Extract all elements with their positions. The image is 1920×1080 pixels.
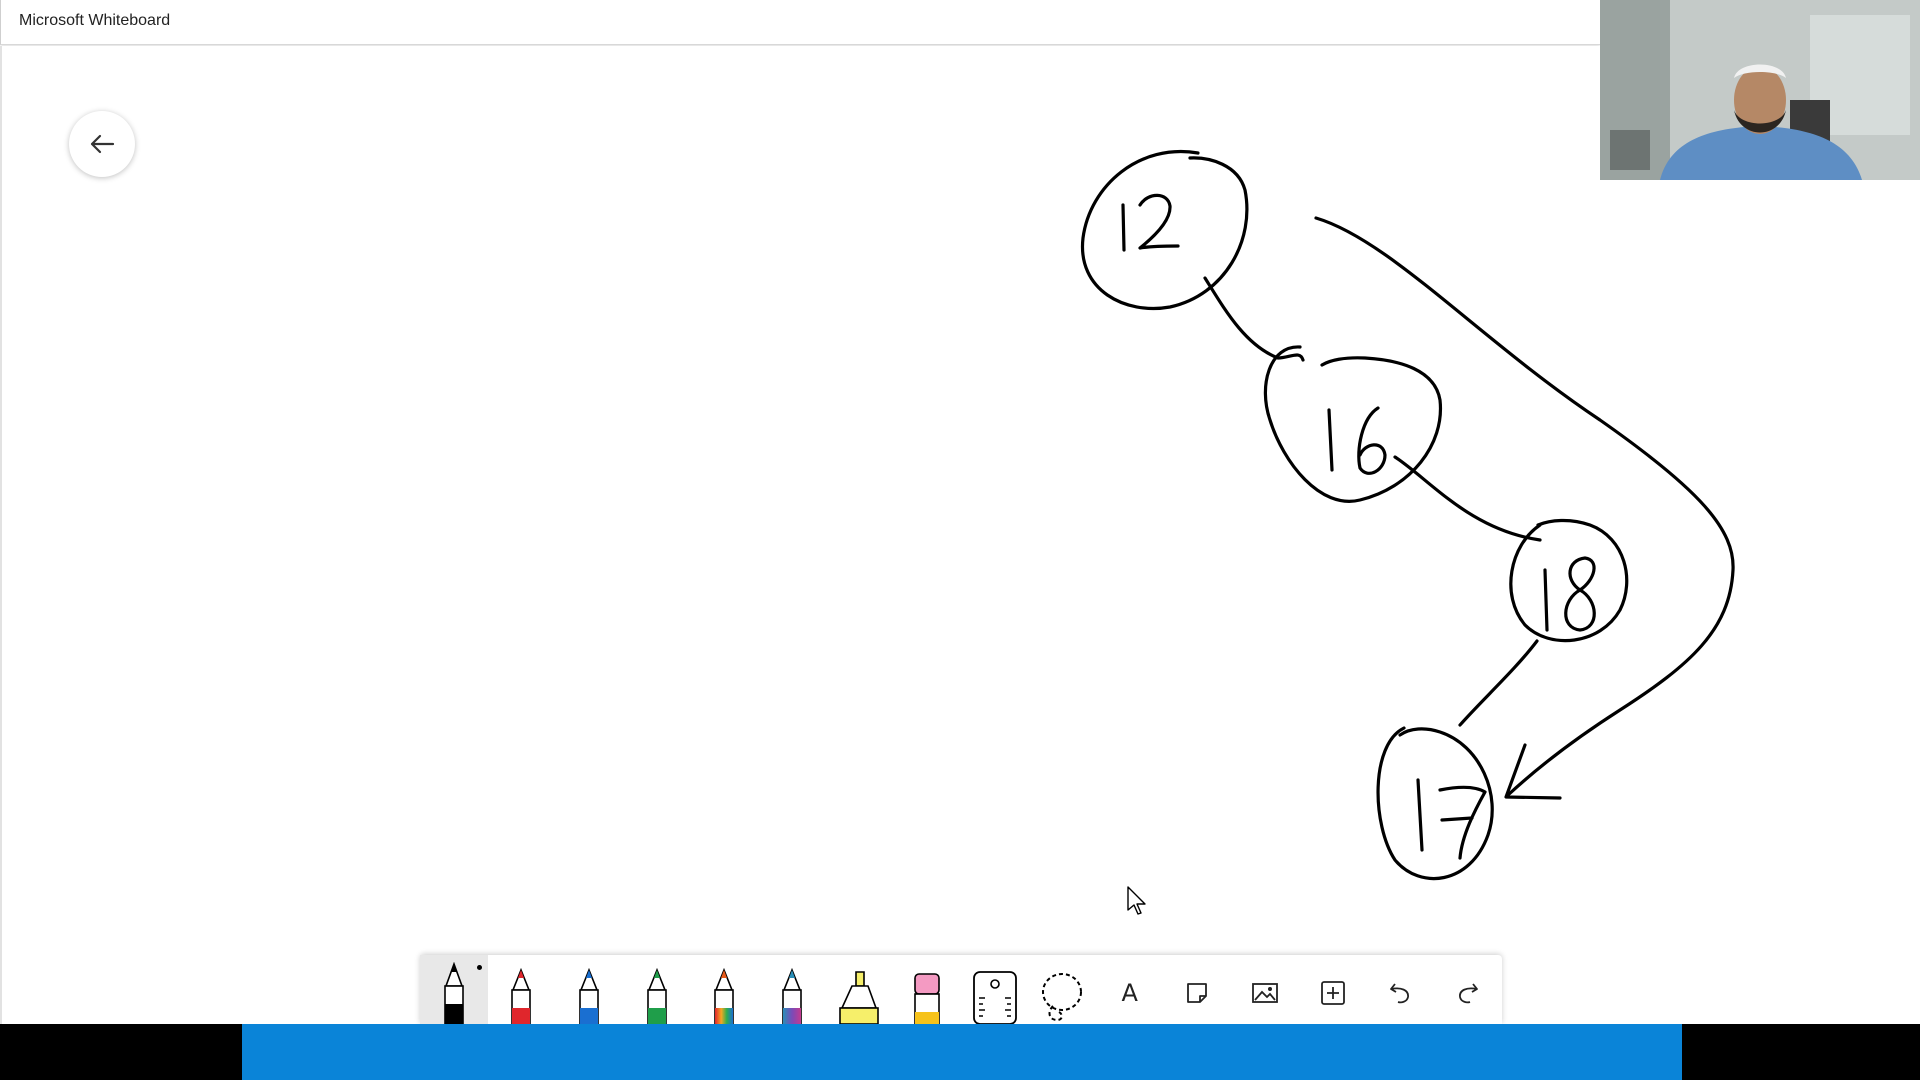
ruler-icon	[972, 971, 1017, 1024]
redo-button[interactable]	[1434, 955, 1502, 1024]
tree-edge-16-18	[1393, 455, 1542, 542]
pen-icon	[511, 968, 532, 1024]
lasso-icon	[1042, 973, 1083, 1022]
page-number: 4	[1578, 996, 1593, 1026]
text-tool[interactable]: A	[1096, 955, 1164, 1024]
pen-icon	[443, 962, 464, 1024]
video-banner	[242, 1024, 1682, 1080]
highlighter-icon	[839, 971, 880, 1024]
galaxy-pen-tool[interactable]	[758, 955, 826, 1024]
sticky-note-icon	[1187, 982, 1208, 1003]
pen-icon	[579, 968, 599, 1024]
inking-toolbar: A	[420, 955, 1502, 1024]
black-pen-tool[interactable]	[420, 955, 488, 1024]
red-pen-tool[interactable]	[488, 955, 556, 1024]
undo-button[interactable]	[1366, 955, 1434, 1024]
settings-dot[interactable]	[476, 965, 482, 970]
tree-edge-18-17	[1458, 639, 1539, 727]
webcam-video	[1600, 0, 1920, 180]
pen-icon	[646, 968, 667, 1024]
tree-node-16	[1263, 345, 1443, 503]
blue-pen-tool[interactable]	[555, 955, 623, 1024]
highlighter-tool[interactable]	[826, 955, 894, 1024]
eraser-icon	[914, 973, 940, 1024]
lasso-select-tool[interactable]	[1028, 955, 1096, 1024]
image-icon	[1252, 982, 1278, 1003]
green-pen-tool[interactable]	[623, 955, 691, 1024]
presenter-video-frame	[1600, 0, 1920, 180]
mouse-cursor-icon	[1127, 886, 1146, 915]
pen-icon	[714, 968, 734, 1024]
rainbow-pen-tool[interactable]	[690, 955, 758, 1024]
sticky-note-tool[interactable]	[1164, 955, 1232, 1024]
ruler-tool[interactable]	[961, 955, 1029, 1024]
tree-node-17	[1376, 726, 1494, 881]
insert-image-tool[interactable]	[1231, 955, 1299, 1024]
text-icon: A	[1121, 978, 1138, 1007]
rotation-arrow	[1314, 216, 1735, 797]
undo-icon	[1390, 982, 1410, 1003]
taskbar	[0, 1024, 1920, 1080]
tree-node-12	[1080, 150, 1249, 310]
redo-icon	[1458, 982, 1478, 1003]
insert-menu-button[interactable]	[1299, 955, 1367, 1024]
eraser-tool[interactable]	[893, 955, 961, 1024]
pen-icon	[781, 968, 802, 1024]
add-box-icon	[1320, 980, 1345, 1005]
